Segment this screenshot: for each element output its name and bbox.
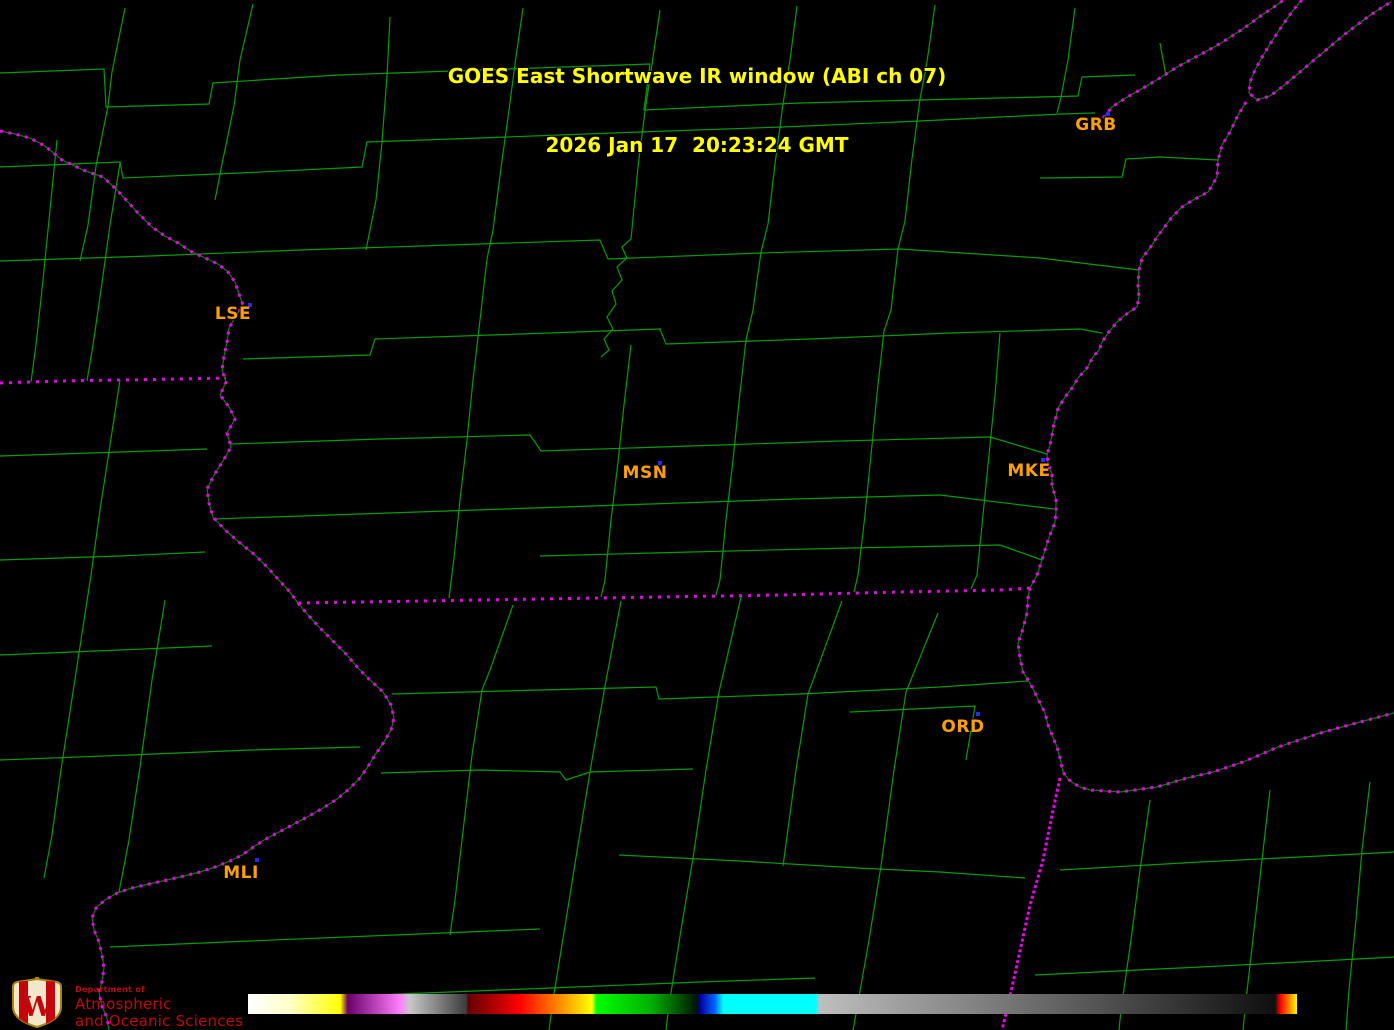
title-line-product: GOES East Shortwave IR window (ABI ch 07… [0, 65, 1394, 88]
image-title: GOES East Shortwave IR window (ABI ch 07… [0, 19, 1394, 203]
station-dot-MLI [255, 858, 259, 862]
uw-crest-icon: W [8, 977, 66, 1029]
county-line-37 [853, 613, 938, 1030]
logo-name-line2: and Oceanic Sciences [75, 1013, 243, 1030]
county-line-30 [619, 855, 1025, 878]
county-line-9 [0, 552, 205, 560]
county-line-28 [392, 681, 1028, 699]
lake-michigan-shore-outline [1018, 102, 1394, 792]
county-line-36 [783, 601, 842, 866]
county-line-4 [243, 329, 1102, 359]
ia-mn-border [0, 378, 226, 383]
station-dot-ORD [976, 712, 980, 716]
county-line-41 [1035, 957, 1394, 975]
county-line-27 [971, 333, 1000, 589]
title-line-timestamp: 2026 Jan 17 20:23:24 GMT [0, 134, 1394, 157]
county-line-7 [213, 495, 1054, 519]
station-label-MLI: MLI [223, 863, 259, 883]
logo-text: Department of Atmospheric and Oceanic Sc… [75, 977, 243, 1030]
county-line-39 [119, 600, 165, 892]
station-label-MKE: MKE [1007, 461, 1050, 481]
il-in-border [1002, 778, 1060, 1030]
county-line-35 [666, 597, 741, 1030]
uw-aos-logo: W Department of Atmospheric and Oceanic … [8, 977, 243, 1030]
county-line-8 [540, 545, 1042, 560]
logo-name-line1: Atmospheric [75, 996, 243, 1013]
mississippi-lower [92, 603, 394, 1030]
county-line-6 [231, 435, 1047, 454]
county-line-5 [0, 449, 207, 456]
county-line-25 [716, 340, 746, 595]
county-line-34 [549, 601, 621, 1030]
county-line-11 [0, 747, 360, 760]
county-line-29 [381, 769, 693, 780]
county-line-40 [1060, 852, 1394, 870]
svg-text:W: W [21, 992, 53, 1023]
mississippi-lower-outline [92, 603, 394, 1030]
enhancement-colorbar [248, 994, 1297, 1014]
county-line-44 [1346, 782, 1370, 1030]
county-line-26 [854, 331, 884, 592]
station-label-MSN: MSN [623, 463, 668, 483]
lake-michigan-shore [1018, 102, 1394, 792]
county-line-31 [110, 929, 540, 947]
logo-department-line: Department of [75, 985, 243, 994]
station-label-ORD: ORD [941, 717, 984, 737]
station-label-LSE: LSE [215, 304, 251, 324]
satellite-viewer: GOES East Shortwave IR window (ABI ch 07… [0, 0, 1394, 1030]
county-line-23 [449, 259, 487, 598]
station-label-GRB: GRB [1075, 115, 1117, 135]
county-line-10 [0, 646, 212, 655]
county-line-3 [0, 240, 1139, 270]
wi-il-border [298, 588, 1030, 603]
